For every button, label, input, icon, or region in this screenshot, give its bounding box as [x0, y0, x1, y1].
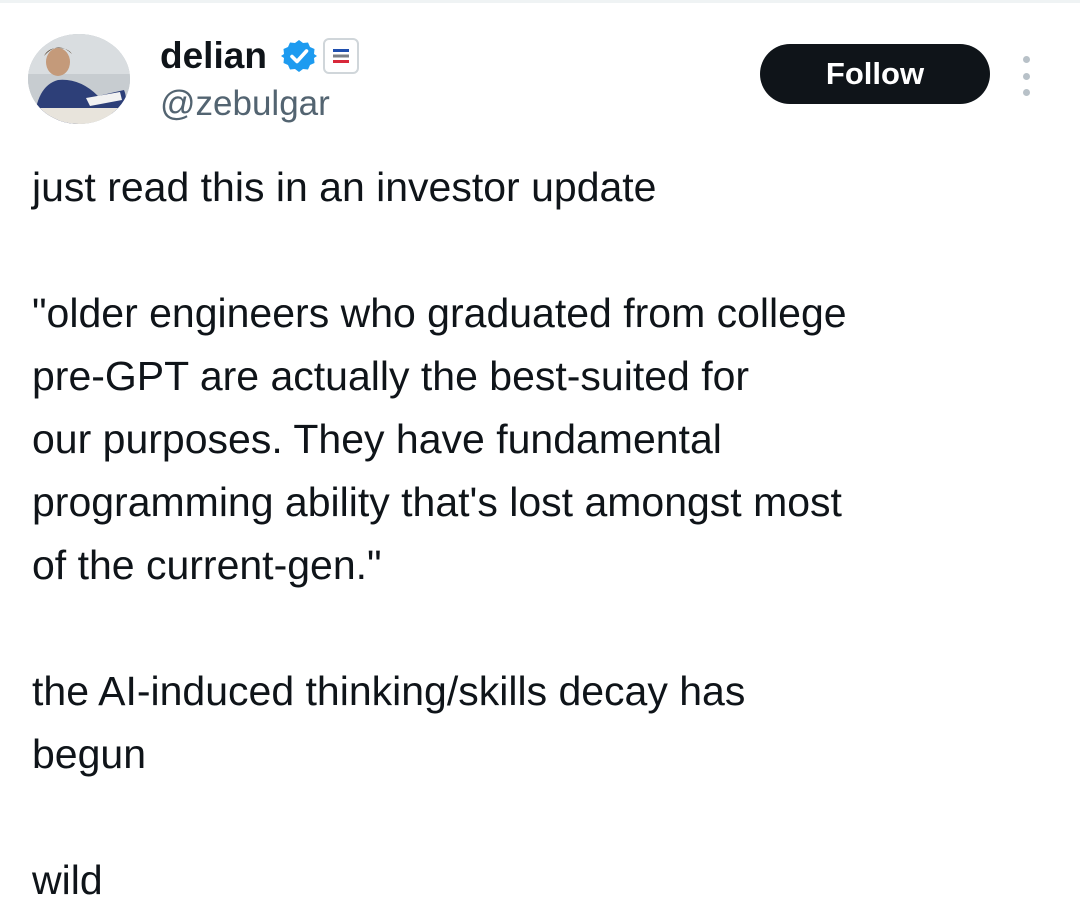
tweet-line: wild [32, 857, 103, 903]
tweet-line: "older engineers who graduated from coll… [32, 290, 847, 336]
tweet-line: pre-GPT are actually the best-suited for [32, 353, 750, 399]
tweet-text: just read this in an investor update "ol… [32, 156, 1062, 912]
tweet-line: just read this in an investor update [32, 164, 657, 210]
tweet-line: programming ability that's lost amongst … [32, 479, 842, 525]
more-vertical-icon[interactable] [1016, 56, 1036, 96]
verified-badge-icon[interactable] [280, 38, 317, 74]
top-divider [0, 0, 1080, 3]
author-handle[interactable]: @zebulgar [160, 82, 330, 126]
tweet-line: our purposes. They have fundamental [32, 416, 722, 462]
tweet-line: the AI-induced thinking/skills decay has [32, 668, 746, 714]
affiliate-flag-icon[interactable] [322, 38, 359, 74]
tweet-line: begun [32, 731, 147, 777]
follow-button[interactable]: Follow [760, 44, 990, 104]
avatar[interactable] [28, 34, 130, 124]
author-name-row: delian [160, 32, 359, 80]
tweet-line: of the current-gen." [32, 542, 382, 588]
avatar-photo [28, 34, 130, 124]
author-display-name[interactable]: delian [160, 32, 267, 80]
